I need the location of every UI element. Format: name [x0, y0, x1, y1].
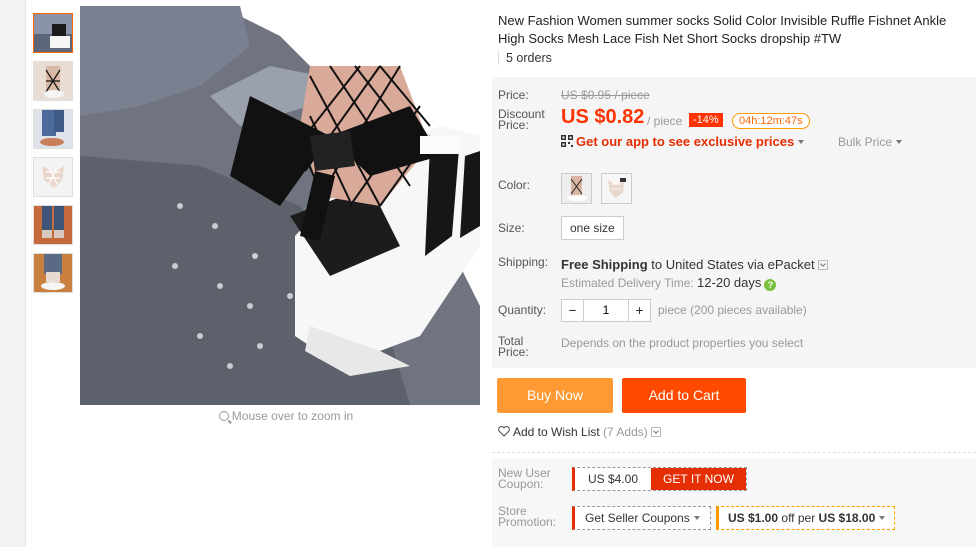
current-price: US $0.82	[561, 106, 645, 128]
coupon-amount: US $4.00	[588, 472, 639, 486]
options-section: Color: Size: one size Shipping: Free Shi…	[492, 163, 976, 368]
zoom-hint: Mouse over to zoom in	[80, 409, 492, 423]
size-label: Size:	[498, 221, 525, 235]
per-unit: / piece	[647, 114, 683, 128]
thumbnail-5[interactable]	[33, 205, 73, 245]
magnifier-icon	[218, 411, 229, 421]
bulk-price-dropdown[interactable]: Bulk Price	[838, 135, 903, 149]
quantity-increment-button[interactable]: +	[628, 300, 650, 321]
chevron-down-icon	[896, 140, 903, 144]
app-promo-link[interactable]: Get our app to see exclusive prices	[561, 134, 805, 149]
new-user-coupon: US $4.00 GET IT NOW	[572, 467, 747, 491]
orders-count[interactable]: 5 orders	[498, 51, 552, 65]
new-user-coupon-label: New User Coupon:	[498, 466, 551, 491]
section-divider	[492, 452, 976, 453]
color-label: Color:	[498, 178, 531, 192]
color-swatch-1[interactable]	[561, 173, 592, 204]
chevron-down-icon	[798, 140, 805, 144]
product-detail-panel: New Fashion Women summer socks Solid Col…	[492, 0, 976, 547]
chevron-down-icon	[879, 516, 886, 520]
store-promotion-dropdown[interactable]: US $1.00 off per US $18.00	[716, 506, 896, 530]
wishlist-dropdown-icon[interactable]	[650, 427, 661, 437]
get-it-now-button[interactable]: GET IT NOW	[651, 468, 746, 490]
quantity-decrement-button[interactable]: −	[562, 300, 584, 321]
shipping-info: Free Shipping to United States via ePack…	[561, 257, 828, 272]
thumbnail-1[interactable]	[33, 13, 73, 53]
thumbnail-2[interactable]	[33, 61, 73, 101]
help-icon[interactable]: ?	[764, 279, 777, 291]
seller-coupons-dropdown[interactable]: Get Seller Coupons	[572, 506, 711, 530]
heart-icon	[498, 426, 510, 437]
price-label: Price:	[498, 88, 529, 102]
chevron-down-icon	[693, 516, 700, 520]
price-section: Price: US $0.95 / piece Discount Price: …	[492, 77, 976, 163]
add-to-cart-button[interactable]: Add to Cart	[622, 378, 746, 413]
coupons-section: New User Coupon: US $4.00 GET IT NOW Stor…	[492, 458, 976, 547]
quantity-label: Quantity:	[498, 303, 547, 317]
original-price: US $0.95 / piece	[561, 88, 650, 102]
product-title: New Fashion Women summer socks Solid Col…	[498, 13, 947, 46]
thumbnail-3[interactable]	[33, 109, 73, 149]
shipping-dropdown-icon[interactable]	[817, 260, 828, 270]
countdown-timer: 04h:12m:47s	[732, 113, 810, 129]
total-price-label: Total Price:	[498, 334, 529, 359]
discount-badge: -14%	[689, 113, 723, 127]
shipping-label: Shipping:	[498, 255, 549, 269]
size-option[interactable]: one size	[561, 216, 624, 240]
qr-code-icon	[561, 135, 573, 147]
quantity-input[interactable]	[584, 300, 628, 321]
color-swatch-2[interactable]	[601, 173, 632, 204]
store-promotion-label: Store Promotion:	[498, 504, 557, 529]
total-price-note: Depends on the product properties you se…	[561, 336, 804, 350]
quantity-available: piece (200 pieces available)	[658, 303, 807, 317]
delivery-estimate: Estimated Delivery Time: 12-20 days?	[561, 275, 777, 291]
thumbnail-6[interactable]	[33, 253, 73, 293]
discount-price-label: Discount Price:	[498, 107, 545, 132]
left-margin-strip	[0, 0, 26, 547]
quantity-stepper: − +	[561, 299, 651, 322]
thumbnail-list	[33, 13, 73, 301]
main-product-image[interactable]	[80, 6, 480, 405]
buy-now-button[interactable]: Buy Now	[497, 378, 613, 413]
thumbnail-4[interactable]	[33, 157, 73, 197]
add-to-wishlist-link[interactable]: Add to Wish List (7 Adds)	[498, 425, 661, 439]
